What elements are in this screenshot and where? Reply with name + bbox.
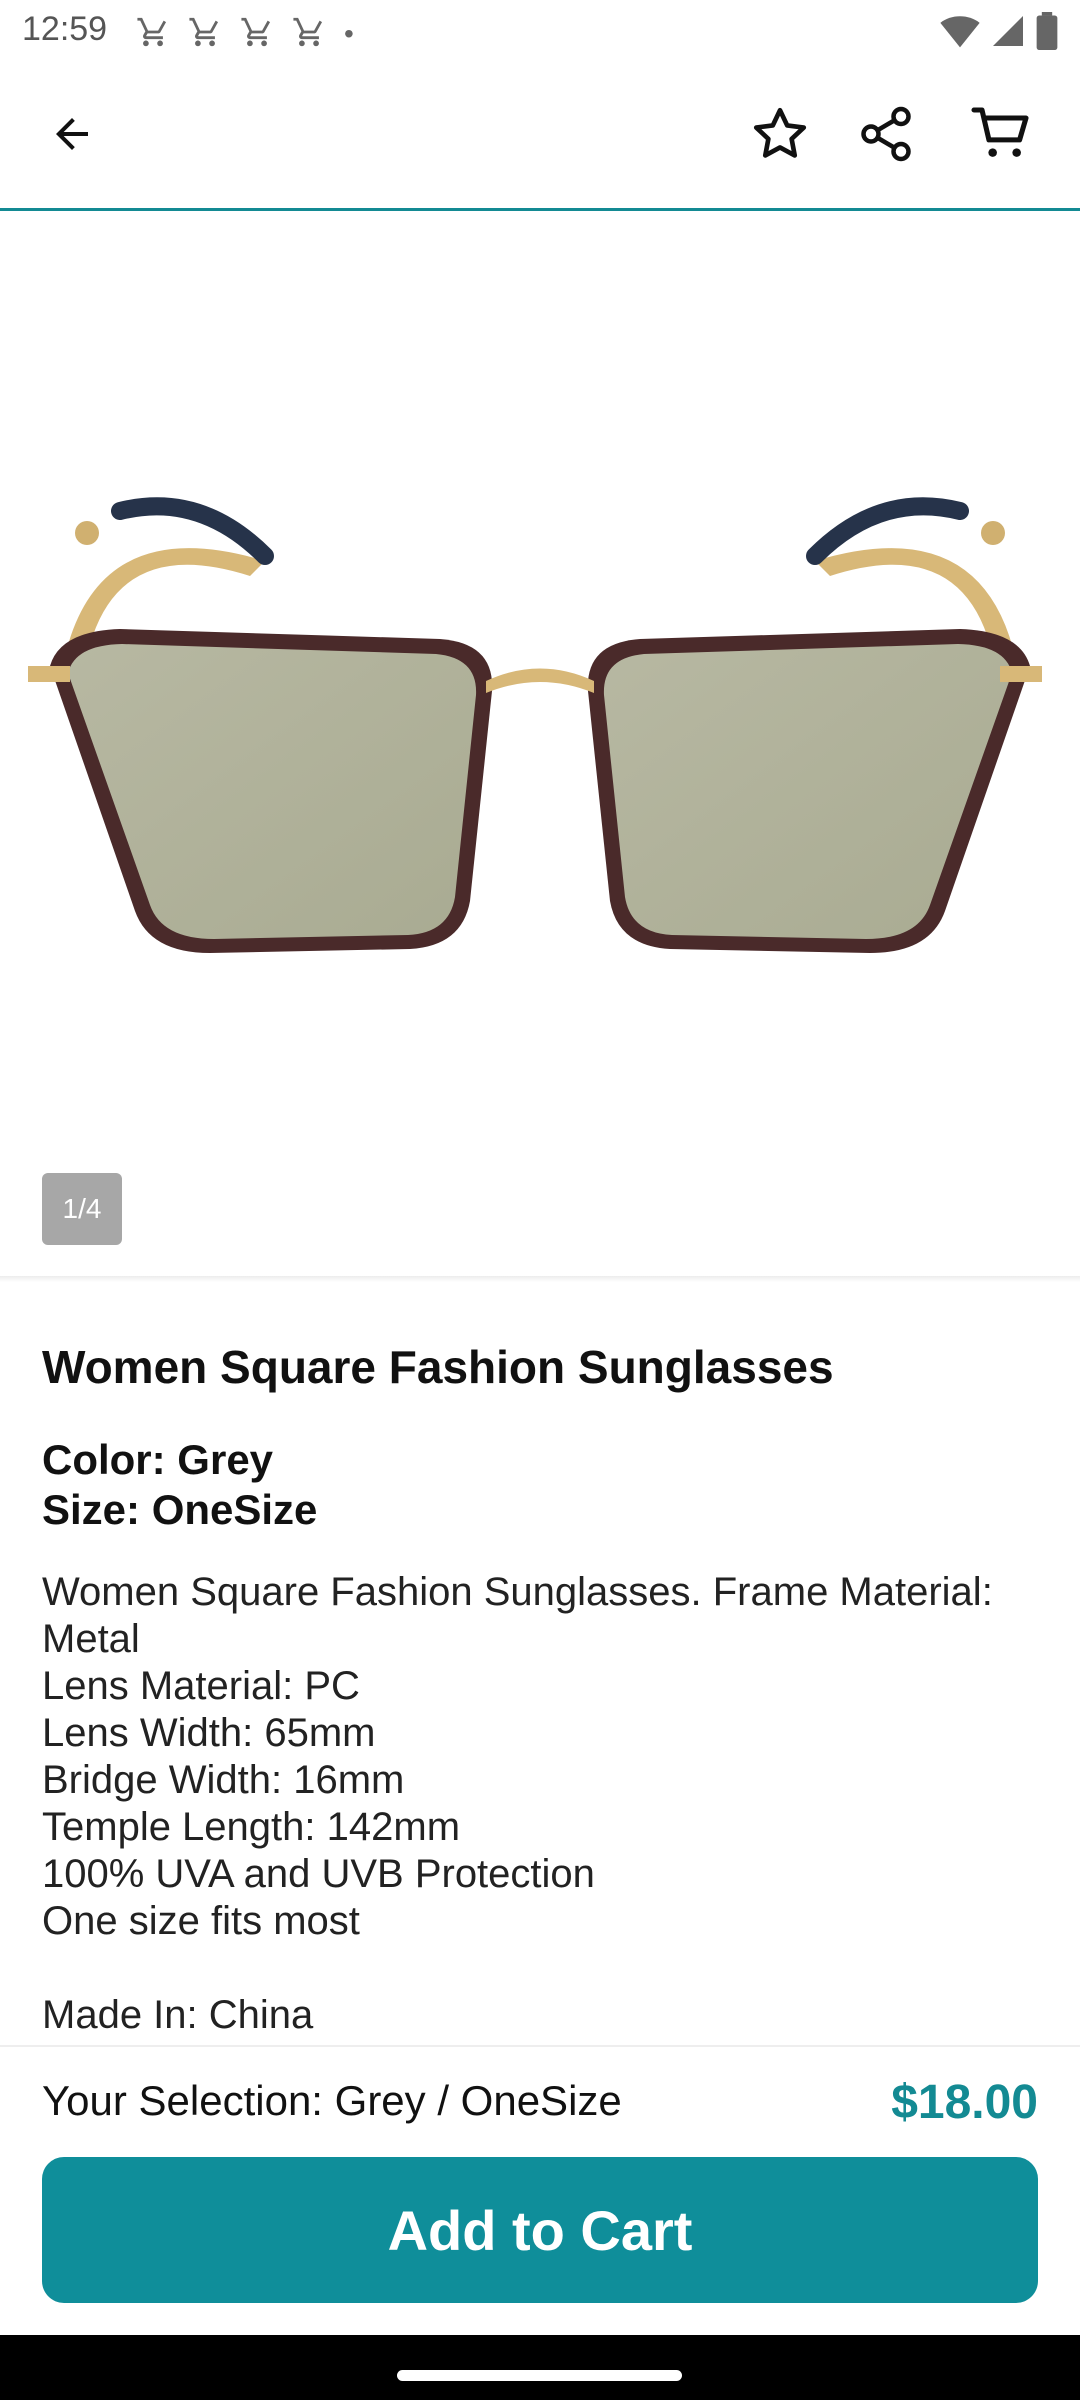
product-title: Women Square Fashion Sunglasses <box>42 1341 834 1393</box>
notification-dot: • <box>344 18 354 49</box>
cart-icon <box>970 102 1034 171</box>
bottom-bar: Your Selection: Grey / OneSize $18.00 Ad… <box>0 2045 1080 2337</box>
share-button[interactable] <box>844 94 928 178</box>
cart-icon <box>188 15 222 54</box>
product-image <box>28 497 1042 953</box>
cart-icon <box>240 15 274 54</box>
cart-button[interactable] <box>960 94 1044 178</box>
share-icon <box>856 104 916 169</box>
wifi-icon <box>940 13 980 54</box>
arrow-left-icon <box>48 110 96 163</box>
selection-summary: Your Selection: Grey / OneSize <box>42 2077 622 2124</box>
cart-icon <box>136 15 170 54</box>
color-attribute: Color: Grey <box>42 1436 274 1484</box>
cart-icon <box>292 15 326 54</box>
image-page-indicator: 1/4 <box>42 1173 122 1245</box>
favorite-button[interactable] <box>738 94 822 178</box>
home-gesture-bar[interactable] <box>397 2370 682 2381</box>
signal-icon <box>990 13 1026 54</box>
product-image-gallery[interactable] <box>0 211 1080 1277</box>
notification-icons: • <box>136 14 354 54</box>
add-to-cart-button[interactable]: Add to Cart <box>42 2157 1038 2303</box>
star-icon <box>749 103 811 170</box>
status-right-icons <box>940 12 1058 55</box>
price: $18.00 <box>891 2076 1038 2129</box>
status-bar: 12:59 • <box>0 0 1080 64</box>
status-time: 12:59 <box>22 10 108 48</box>
size-attribute: Size: OneSize <box>42 1486 318 1534</box>
product-description: Women Square Fashion Sunglasses. Frame M… <box>42 1570 993 2038</box>
product-details: Women Square Fashion Sunglasses Color: G… <box>42 1300 1042 2039</box>
system-nav-bar <box>0 2335 1080 2400</box>
product-attributes: Color: Grey Size: OneSize <box>42 1435 1042 1535</box>
app-bar <box>0 64 1080 211</box>
back-button[interactable] <box>30 94 114 178</box>
battery-icon <box>1036 12 1058 55</box>
divider <box>0 1276 1080 1282</box>
